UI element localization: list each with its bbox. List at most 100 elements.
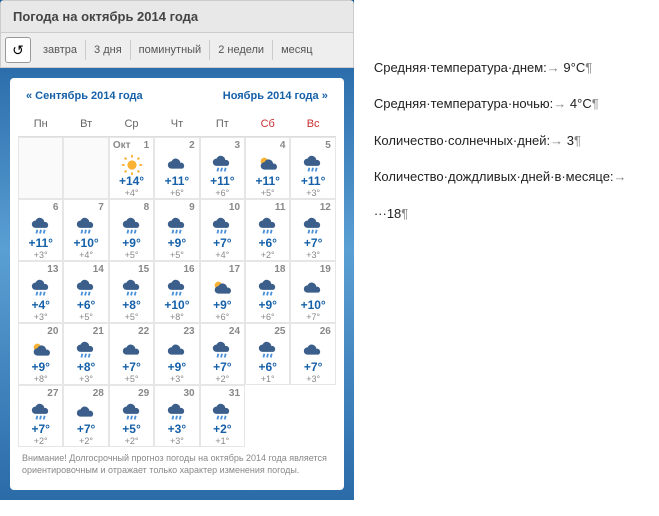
temp-low: +4° bbox=[203, 250, 242, 260]
day-number: 28 bbox=[93, 388, 104, 399]
day-cell[interactable]: 3+11°+6° bbox=[200, 137, 245, 199]
pilcrow-icon: ¶ bbox=[401, 206, 408, 221]
temp-low: +2° bbox=[66, 436, 105, 446]
day-cell[interactable]: 27+7°+2° bbox=[18, 385, 63, 447]
day-cell[interactable]: 21+8°+3° bbox=[63, 323, 108, 385]
tab-arrow-icon: → bbox=[550, 133, 563, 148]
temp-high: +10° bbox=[66, 236, 105, 250]
day-number: 21 bbox=[93, 326, 104, 337]
day-number: 11 bbox=[275, 202, 286, 213]
next-month-link[interactable]: Ноябрь 2014 года » bbox=[223, 90, 328, 102]
weather-rain-icon bbox=[211, 340, 233, 358]
day-cell[interactable]: 10+7°+4° bbox=[200, 199, 245, 261]
temp-low: +6° bbox=[203, 188, 242, 198]
prev-month-link[interactable]: « Сентябрь 2014 года bbox=[26, 90, 143, 102]
day-cell[interactable]: 28+7°+2° bbox=[63, 385, 108, 447]
temp-low: +2° bbox=[203, 374, 242, 384]
weather-rain-icon bbox=[75, 278, 97, 296]
day-cell[interactable]: 22+7°+5° bbox=[109, 323, 154, 385]
day-number: 8 bbox=[144, 202, 150, 213]
day-cell[interactable]: 6+11°+3° bbox=[18, 199, 63, 261]
day-cell[interactable]: 17+9°+6° bbox=[200, 261, 245, 323]
temp-low: +4° bbox=[112, 188, 151, 198]
day-cell[interactable]: Окт1+14°+4° bbox=[109, 137, 154, 199]
tab-arrow-icon: → bbox=[614, 169, 627, 184]
temp-high: +6° bbox=[66, 298, 105, 312]
day-cell[interactable]: 9+9°+5° bbox=[154, 199, 199, 261]
temp-low: +3° bbox=[66, 374, 105, 384]
temp-low: +3° bbox=[293, 250, 332, 260]
day-number: 13 bbox=[47, 264, 58, 275]
day-cell[interactable]: 11+6°+2° bbox=[245, 199, 290, 261]
weather-rain-icon bbox=[121, 278, 143, 296]
tab-0[interactable]: завтра bbox=[35, 40, 86, 60]
temp-high: +7° bbox=[21, 422, 60, 436]
temp-low: +3° bbox=[157, 436, 196, 446]
day-cell[interactable]: 31+2°+1° bbox=[200, 385, 245, 447]
stat-label: Количество·солнечных·дней: bbox=[374, 133, 550, 148]
day-number: 31 bbox=[229, 388, 240, 399]
weather-cloud-icon bbox=[121, 340, 143, 358]
day-number: 30 bbox=[184, 388, 195, 399]
pilcrow-icon: ¶ bbox=[585, 60, 592, 75]
empty-cell bbox=[63, 137, 108, 199]
weather-rain-icon bbox=[121, 216, 143, 234]
day-cell[interactable]: 23+9°+3° bbox=[154, 323, 199, 385]
day-cell[interactable]: 2+11°+6° bbox=[154, 137, 199, 199]
stats-panel: Средняя·температура·днем:→ 9°C¶Средняя·т… bbox=[354, 0, 659, 500]
weather-rain-icon bbox=[166, 402, 188, 420]
weather-rain-icon bbox=[121, 402, 143, 420]
temp-low: +1° bbox=[248, 374, 287, 384]
weather-rain-icon bbox=[211, 216, 233, 234]
day-cell[interactable]: 25+6°+1° bbox=[245, 323, 290, 385]
temp-high: +5° bbox=[112, 422, 151, 436]
temp-low: +6° bbox=[157, 188, 196, 198]
temp-high: +3° bbox=[157, 422, 196, 436]
tab-2[interactable]: поминутный bbox=[131, 40, 211, 60]
calendar-grid: ПнВтСрЧтПтСбВсОкт1+14°+4°2+11°+6°3+11°+6… bbox=[18, 112, 336, 447]
day-cell[interactable]: 15+8°+5° bbox=[109, 261, 154, 323]
day-cell[interactable]: 14+6°+5° bbox=[63, 261, 108, 323]
weather-rain-icon bbox=[302, 154, 324, 172]
weather-rain-icon bbox=[302, 216, 324, 234]
day-cell[interactable]: 5+11°+3° bbox=[290, 137, 335, 199]
day-cell[interactable]: 7+10°+4° bbox=[63, 199, 108, 261]
page-title: Погода на октябрь 2014 года bbox=[1, 1, 353, 33]
pilcrow-icon: ¶ bbox=[574, 133, 581, 148]
day-number: 2 bbox=[189, 140, 195, 151]
temp-low: +5° bbox=[157, 250, 196, 260]
day-number: 17 bbox=[229, 264, 240, 275]
day-cell[interactable]: 24+7°+2° bbox=[200, 323, 245, 385]
day-number: 18 bbox=[274, 264, 285, 275]
weather-rain-icon bbox=[211, 154, 233, 172]
temp-high: +11° bbox=[203, 174, 242, 188]
day-cell[interactable]: 13+4°+3° bbox=[18, 261, 63, 323]
weather-rain-icon bbox=[30, 278, 52, 296]
temp-high: +4° bbox=[21, 298, 60, 312]
temp-low: +5° bbox=[66, 312, 105, 322]
day-number: 1 bbox=[144, 140, 150, 151]
stat-value: 4°C bbox=[570, 96, 592, 111]
weather-cloud-icon bbox=[166, 340, 188, 358]
month-label: Окт bbox=[113, 140, 131, 151]
day-cell[interactable]: 29+5°+2° bbox=[109, 385, 154, 447]
temp-high: +9° bbox=[112, 236, 151, 250]
day-cell[interactable]: 8+9°+5° bbox=[109, 199, 154, 261]
day-cell[interactable]: 30 +3°+3° bbox=[154, 385, 199, 447]
tab-4[interactable]: месяц bbox=[273, 40, 320, 60]
history-icon[interactable]: ↺ bbox=[5, 37, 31, 63]
day-cell[interactable]: 12+7°+3° bbox=[290, 199, 335, 261]
range-tabs: ↺ завтра3 дняпоминутный2 неделимесяц bbox=[1, 33, 353, 67]
tab-1[interactable]: 3 дня bbox=[86, 40, 131, 60]
day-cell[interactable]: 19+10°+7° bbox=[290, 261, 335, 323]
day-header: Вс bbox=[290, 112, 335, 137]
weather-cloud-icon bbox=[302, 278, 324, 296]
stat-line: Количество·солнечных·дней:→ 3¶ bbox=[374, 123, 639, 159]
stat-value: 9°C bbox=[563, 60, 585, 75]
day-cell[interactable]: 16+10°+8° bbox=[154, 261, 199, 323]
day-cell[interactable]: 18+9°+6° bbox=[245, 261, 290, 323]
day-cell[interactable]: 26+7°+3° bbox=[290, 323, 335, 385]
tab-3[interactable]: 2 недели bbox=[210, 40, 273, 60]
day-cell[interactable]: 4+11°+5° bbox=[245, 137, 290, 199]
day-cell[interactable]: 20+9°+8° bbox=[18, 323, 63, 385]
